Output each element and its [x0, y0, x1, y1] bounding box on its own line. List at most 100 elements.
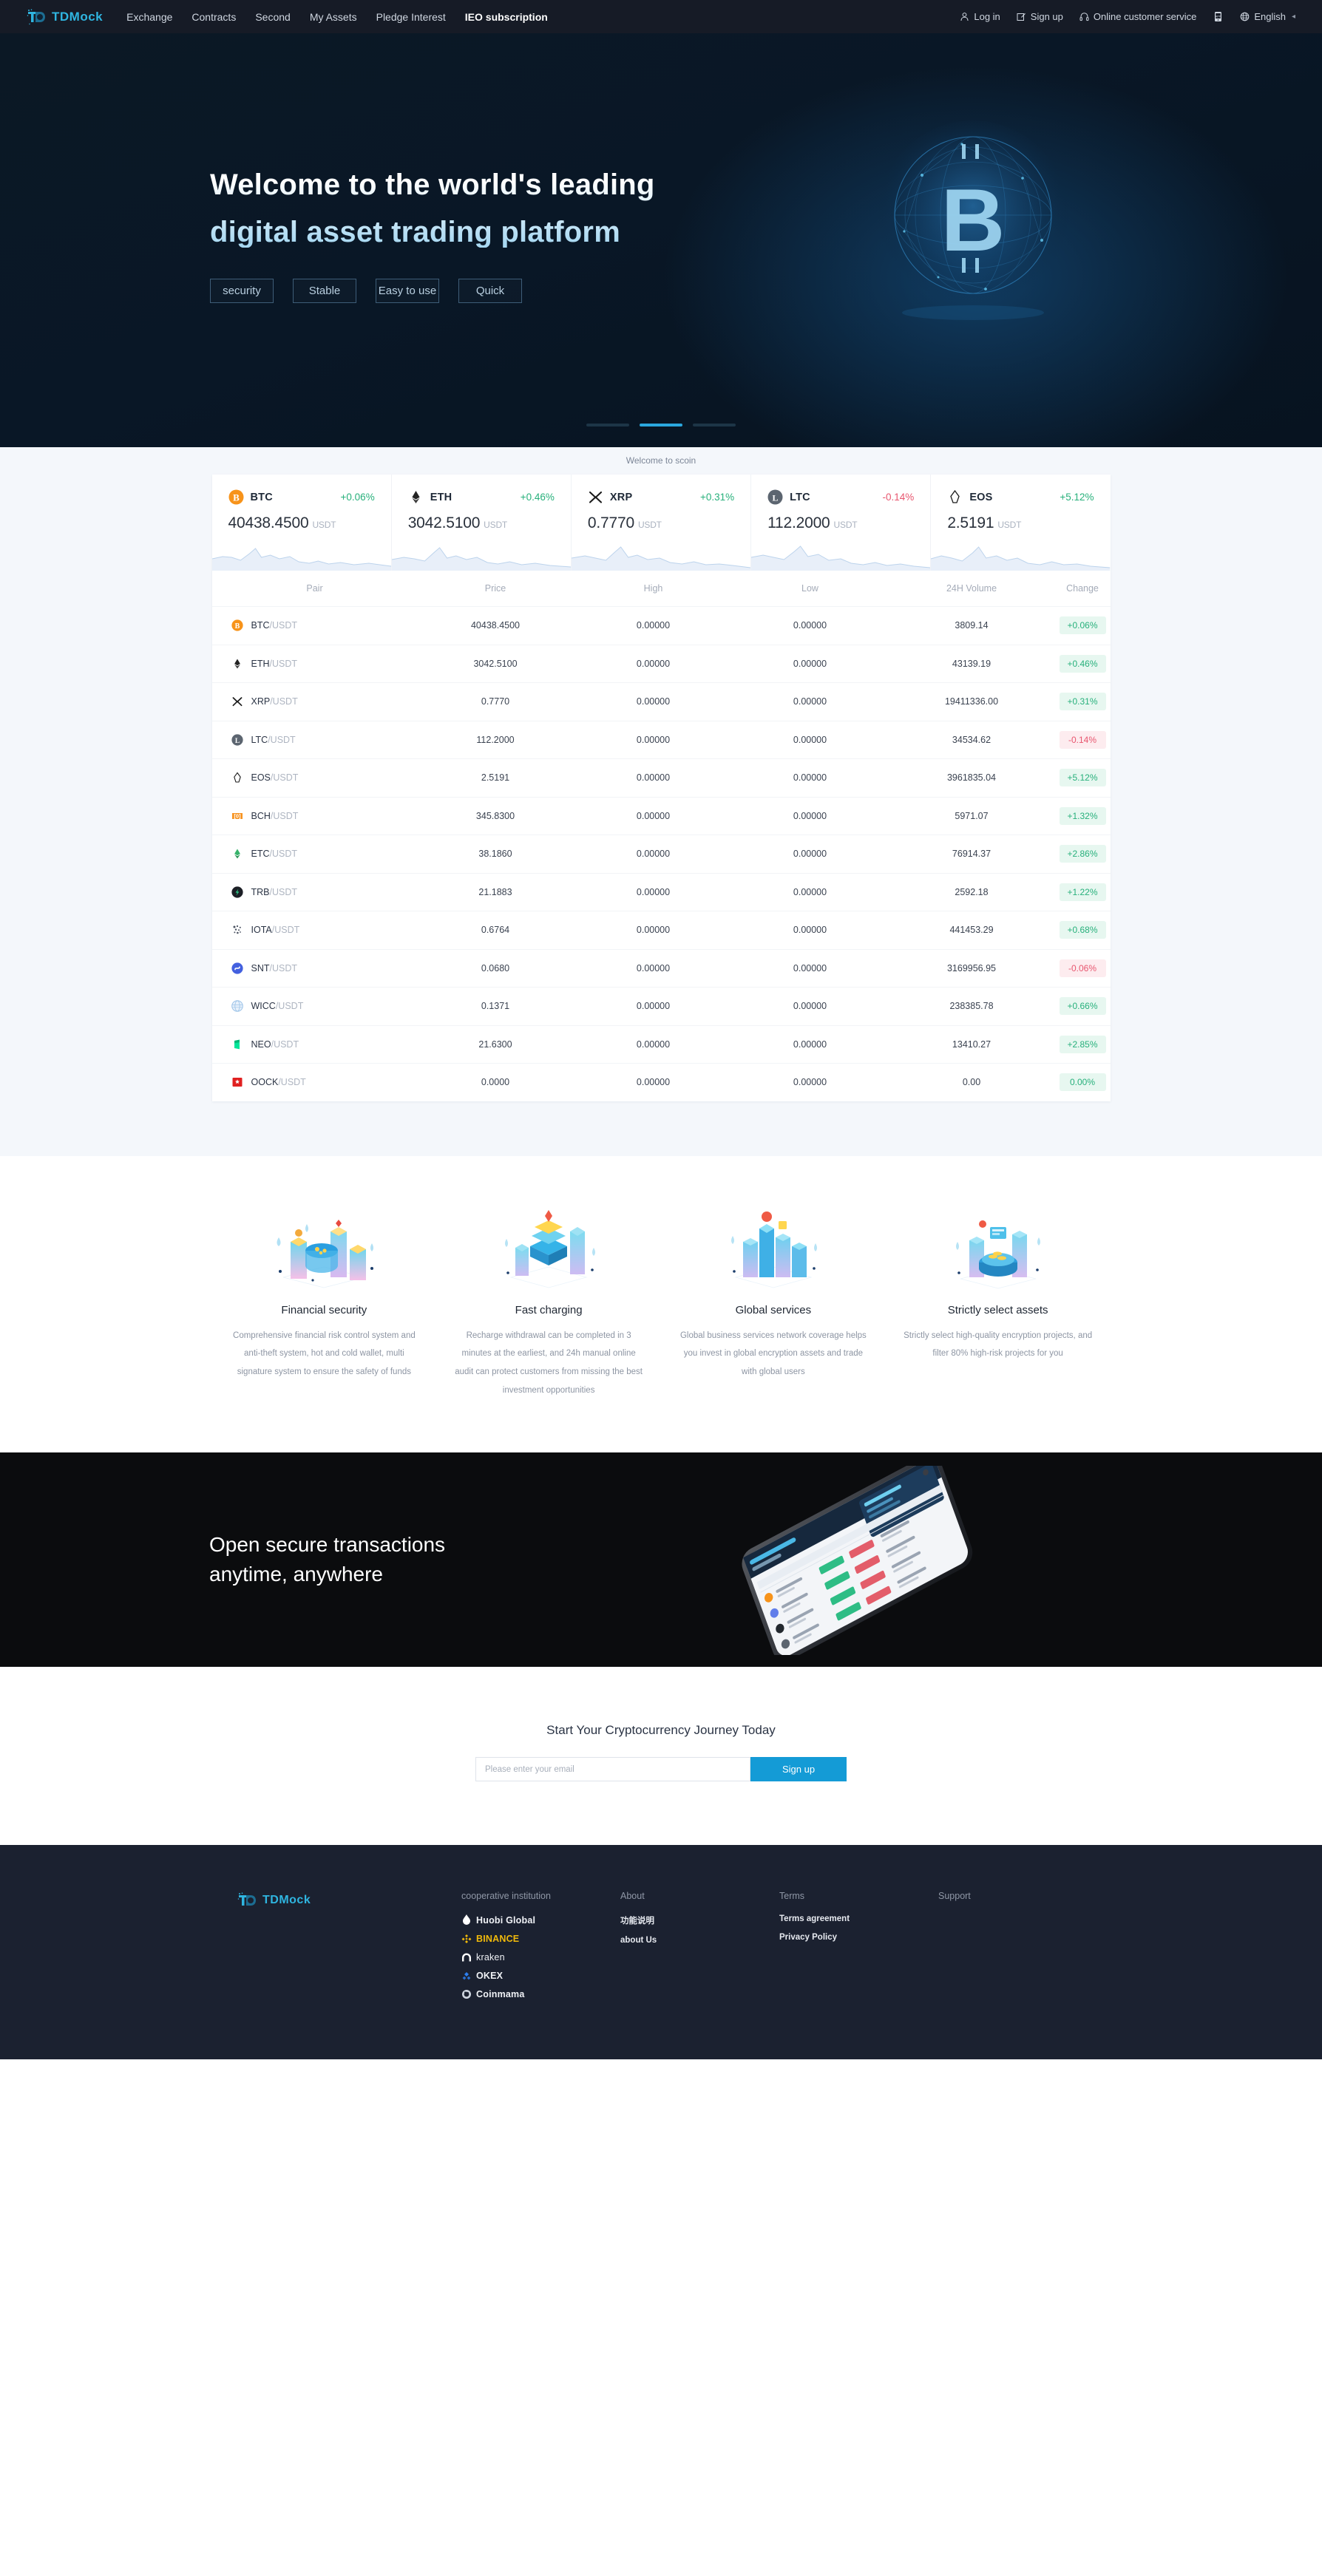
nav-item-my-assets[interactable]: My Assets: [310, 11, 357, 23]
row-quote: /USDT: [268, 734, 296, 745]
table-row[interactable]: NEO/USDT 21.6300 0.00000 0.00000 13410.2…: [211, 1024, 1111, 1064]
table-row[interactable]: OOCK/USDT 0.0000 0.00000 0.00000 0.00 0.…: [211, 1063, 1111, 1101]
row-low: 0.00000: [793, 925, 827, 936]
column-header-low: Low: [801, 583, 818, 594]
feature-card-strictly-select-assets: Strictly select assets Strictly select h…: [886, 1200, 1111, 1400]
email-input[interactable]: [475, 1757, 750, 1782]
strictly-select-assets-illustration: [904, 1200, 1093, 1289]
customer-service-button[interactable]: Online customer service: [1079, 11, 1196, 22]
ticker-card-xrp[interactable]: XRP +0.31% 0.7770 USDT: [571, 475, 752, 571]
partner-name: Coinmama: [476, 1989, 525, 2000]
partner-huobi[interactable]: Huobi Global: [461, 1914, 620, 1926]
footer-link-terms-agreement[interactable]: Terms agreement: [779, 1914, 938, 1923]
nav-item-ieo-subscription[interactable]: IEO subscription: [465, 11, 548, 23]
table-row[interactable]: ETC/USDT 38.1860 0.00000 0.00000 76914.3…: [211, 835, 1111, 873]
row-volume: 0.00: [962, 1077, 981, 1088]
signup-button[interactable]: Sign up: [1017, 11, 1063, 22]
table-row[interactable]: EOS/USDT 2.5191 0.00000 0.00000 3961835.…: [211, 758, 1111, 797]
row-pair: B BTC/USDT: [231, 619, 416, 631]
kraken-icon: [462, 1953, 471, 1962]
eos-icon: [947, 489, 963, 505]
footer-link-about-us[interactable]: about Us: [620, 1936, 779, 1945]
market-section: B BTC +0.06% 40438.4500 USDT ETH +0.46% …: [0, 475, 1322, 1156]
partner-name: kraken: [476, 1952, 505, 1963]
svg-text:B: B: [941, 171, 1006, 270]
partner-name: Huobi Global: [476, 1914, 536, 1926]
footer-link-privacy-policy[interactable]: Privacy Policy: [779, 1933, 938, 1942]
row-pair: [0] BCH/USDT: [231, 810, 416, 822]
partner-kraken[interactable]: kraken: [461, 1952, 620, 1962]
table-row[interactable]: XRP/USDT 0.7770 0.00000 0.00000 19411336…: [211, 682, 1111, 721]
row-low: 0.00000: [793, 696, 827, 707]
tdmock-logo-icon: [27, 8, 46, 25]
table-row[interactable]: L LTC/USDT 112.2000 0.00000 0.00000 3453…: [211, 720, 1111, 759]
row-base: TRB: [251, 886, 270, 897]
table-row[interactable]: B BTC/USDT 40438.4500 0.00000 0.00000 38…: [211, 606, 1111, 645]
row-change-badge: +0.06%: [1059, 616, 1106, 635]
carousel-dot-3[interactable]: [693, 424, 736, 426]
newsletter-signup-button[interactable]: Sign up: [750, 1757, 847, 1782]
partner-binance[interactable]: BINANCE: [461, 1934, 620, 1944]
hero-tag-quick[interactable]: Quick: [458, 279, 522, 303]
ticker-change: +0.31%: [699, 492, 735, 503]
table-row[interactable]: ETH/USDT 3042.5100 0.00000 0.00000 43139…: [211, 644, 1111, 683]
row-quote: /USDT: [270, 696, 298, 707]
ticker-card-ltc[interactable]: L LTC -0.14% 112.2000 USDT: [751, 475, 932, 571]
site-logo[interactable]: TDMock: [27, 8, 103, 25]
hero-tag-easy-to-use[interactable]: Easy to use: [376, 279, 439, 303]
xrp-icon: [588, 489, 603, 505]
ticker-card-row: B BTC +0.06% 40438.4500 USDT ETH +0.46% …: [211, 475, 1111, 571]
footer-logo[interactable]: TDMock: [237, 1892, 438, 1909]
hero-banner: Welcome to the world's leading digital a…: [0, 33, 1322, 447]
ticker-symbol: LTC: [790, 491, 810, 503]
nav-item-exchange[interactable]: Exchange: [126, 11, 172, 23]
feature-description: Strictly select high-quality encryption …: [904, 1331, 1093, 1359]
row-base: OOCK: [251, 1077, 279, 1088]
bitcoin-globe-illustration: B: [851, 113, 1095, 335]
hero-tag-security[interactable]: security: [210, 279, 274, 303]
hero-title-line2: digital asset trading platform: [210, 216, 620, 248]
hero-tag-stable[interactable]: Stable: [293, 279, 356, 303]
nav-item-second[interactable]: Second: [255, 11, 290, 23]
login-button[interactable]: Log in: [960, 11, 1000, 22]
ticker-card-eth[interactable]: ETH +0.46% 3042.5100 USDT: [391, 475, 572, 571]
nav-item-contracts[interactable]: Contracts: [191, 11, 236, 23]
mobile-app-button[interactable]: APP: [1213, 11, 1224, 22]
row-volume: 5971.07: [955, 810, 989, 821]
hero-carousel-indicators: [0, 424, 1322, 426]
ticker-change: -0.14%: [882, 492, 915, 503]
column-header-high: High: [643, 583, 663, 594]
row-change-badge: -0.14%: [1059, 730, 1106, 749]
row-change-badge: +0.46%: [1059, 654, 1106, 673]
row-high: 0.00000: [636, 886, 671, 897]
row-high: 0.00000: [636, 849, 671, 860]
signup-label: Sign up: [1030, 11, 1063, 22]
ltc-icon: L: [767, 489, 783, 505]
partner-coinmama[interactable]: Coinmama: [461, 1989, 620, 1999]
svg-text:[0]: [0]: [234, 812, 241, 819]
ticker-card-btc[interactable]: B BTC +0.06% 40438.4500 USDT: [211, 475, 392, 571]
table-row[interactable]: WICC/USDT 0.1371 0.00000 0.00000 238385.…: [211, 987, 1111, 1025]
partner-okex[interactable]: OKEX: [461, 1971, 620, 1981]
edit-square-icon: [1017, 13, 1026, 21]
ticker-card-eos[interactable]: EOS +5.12% 2.5191 USDT: [931, 475, 1111, 571]
ticker-change: +0.46%: [520, 492, 555, 503]
row-pair: NEO/USDT: [231, 1039, 416, 1050]
row-pair: IOTA/USDT: [231, 924, 416, 936]
row-price: 2.5191: [481, 772, 510, 784]
ticker-unit: USDT: [833, 520, 858, 530]
carousel-dot-1[interactable]: [586, 424, 629, 426]
table-row[interactable]: TRB/USDT 21.1883 0.00000 0.00000 2592.18…: [211, 872, 1111, 911]
table-row[interactable]: IOTA/USDT 0.6764 0.00000 0.00000 441453.…: [211, 911, 1111, 949]
table-row[interactable]: SNT/USDT 0.0680 0.00000 0.00000 3169956.…: [211, 948, 1111, 988]
footer-column-title: cooperative institution: [461, 1891, 551, 1902]
footer-link-function-description[interactable]: 功能说明: [620, 1914, 779, 1926]
row-pair: ETC/USDT: [231, 848, 416, 860]
language-selector[interactable]: English ◂: [1240, 11, 1295, 22]
carousel-dot-2[interactable]: [640, 424, 682, 426]
table-row[interactable]: [0] BCH/USDT 345.8300 0.00000 0.00000 59…: [211, 796, 1111, 835]
footer-column-title: About: [620, 1891, 645, 1902]
nav-item-pledge-interest[interactable]: Pledge Interest: [376, 11, 446, 23]
row-base: SNT: [251, 962, 270, 973]
row-high: 0.00000: [636, 772, 671, 784]
